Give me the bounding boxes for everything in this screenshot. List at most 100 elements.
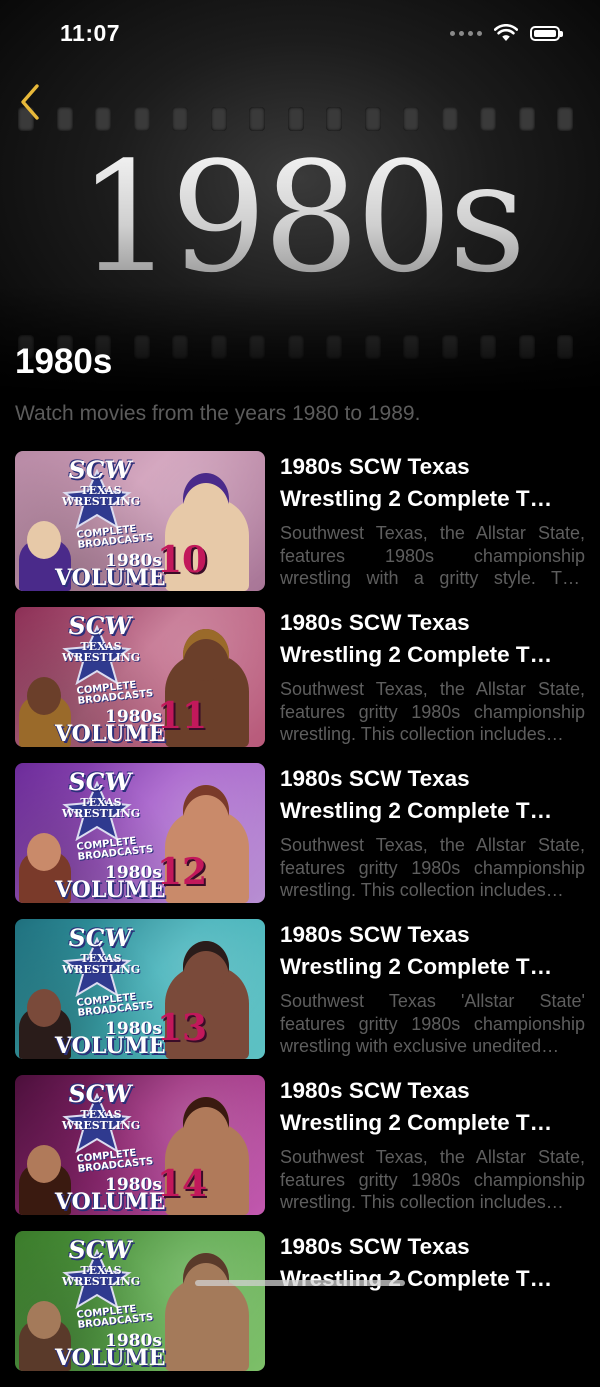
signal-icon [450,30,482,36]
movie-row[interactable]: SCW TEXAS WRESTLING COMPLETE BROADCASTS 19… [0,1231,600,1387]
movie-row[interactable]: SCW TEXAS WRESTLING COMPLETE BROADCASTS 19… [0,763,600,919]
home-indicator[interactable] [195,1280,405,1286]
wrestler-head [27,833,61,871]
thumbnail-volume-number: 10 [157,539,208,581]
thumbnail-volume-label: VOLUME [55,1033,166,1059]
movie-title-line1: 1980s SCW Texas [280,766,470,791]
thumbnail-brand: SCW [66,1079,134,1108]
film-perforation [210,335,227,359]
film-perforation [364,335,381,359]
thumbnail-subtitle: TEXAS WRESTLING [61,640,141,664]
wrestler-head [27,1301,61,1339]
film-perforation [172,107,188,131]
film-perforation [133,335,150,359]
status-time: 11:07 [60,20,121,46]
movie-description: Southwest Texas 'Allstar State' features… [280,991,585,1056]
thumbnail-subtitle: TEXAS WRESTLING [61,1264,141,1288]
film-perforation [364,107,381,131]
movie-description: Southwest Texas, the Allstar State, feat… [280,679,585,744]
film-perforation [557,335,573,359]
thumbnail-brand: SCW [66,923,134,952]
thumbnail-volume-label: VOLUME [55,877,166,903]
movie-title-line2: Wrestling 2 Complete T… [280,642,553,667]
wrestler-head [27,677,61,715]
thumbnail-volume-label: VOLUME [55,1345,166,1371]
film-perforation [480,335,496,359]
movie-title-line1: 1980s SCW Texas [280,1234,470,1259]
thumbnail-brand: SCW [66,455,134,484]
film-perforation [56,107,73,131]
movie-title: 1980s SCW Texas Wrestling 2 Complete T… [280,919,585,983]
movie-title: 1980s SCW Texas Wrestling 2 Complete T… [280,607,585,671]
movie-title-line2: Wrestling 2 Complete T… [280,954,553,979]
movie-title: 1980s SCW Texas Wrestling 2 Complete T… [280,451,585,515]
wrestler-head [183,1097,229,1149]
movie-title-line1: 1980s SCW Texas [280,922,470,947]
film-perforation [172,335,188,359]
wrestler-head [27,989,61,1027]
thumbnail-volume-number: 12 [157,851,208,893]
page-subtitle: Watch movies from the years 1980 to 1989… [15,402,421,425]
movie-title-line1: 1980s SCW Texas [280,1078,470,1103]
movie-title: 1980s SCW Texas Wrestling 2 Complete T… [280,1075,585,1139]
thumbnail-brand: SCW [66,611,134,640]
movie-title-line2: Wrestling 2 Complete T… [280,798,553,823]
movie-thumbnail: SCW TEXAS WRESTLING COMPLETE BROADCASTS 19… [15,451,265,591]
movie-thumbnail: SCW TEXAS WRESTLING COMPLETE BROADCASTS 19… [15,1075,265,1215]
film-perforation [287,107,304,131]
thumbnail-brand: SCW [66,767,134,796]
movie-description: Southwest Texas, the Allstar State, feat… [280,1147,585,1212]
thumbnail-brand: SCW [66,1235,134,1264]
movie-row[interactable]: SCW TEXAS WRESTLING COMPLETE BROADCASTS 19… [0,451,600,607]
film-perforation [403,335,419,359]
hero-title: 1980s [0,142,600,294]
movie-description: Southwest Texas, the Allstar State, feat… [280,835,585,900]
film-perforation [210,107,227,131]
movie-title-line2: Wrestling 2 Complete T… [280,1266,553,1291]
thumbnail-volume-label: VOLUME [55,565,166,591]
movie-title-line2: Wrestling 2 Complete T… [280,486,553,511]
film-perforation [326,335,342,359]
movie-thumbnail: SCW TEXAS WRESTLING COMPLETE BROADCASTS 19… [15,919,265,1059]
thumbnail-subtitle: TEXAS WRESTLING [61,1108,141,1132]
wifi-icon [494,24,518,41]
back-button[interactable] [12,80,48,124]
film-perforation [441,335,458,359]
movie-row[interactable]: SCW TEXAS WRESTLING COMPLETE BROADCASTS 19… [0,919,600,1075]
status-bar: 11:07 [0,0,600,68]
thumbnail-volume-number: 14 [157,1163,208,1205]
film-perforation [95,107,111,131]
thumbnail-subtitle: TEXAS WRESTLING [61,952,141,976]
page-title: 1980s [15,342,113,381]
film-perforation [518,107,535,131]
wrestler-head [183,785,229,837]
movie-title-line1: 1980s SCW Texas [280,454,470,479]
chevron-left-icon [21,84,39,120]
film-perforation [249,335,265,359]
battery-icon [530,25,563,41]
movie-title-line2: Wrestling 2 Complete T… [280,1110,553,1135]
movie-row[interactable]: SCW TEXAS WRESTLING COMPLETE BROADCASTS 19… [0,1075,600,1231]
movie-row[interactable]: SCW TEXAS WRESTLING COMPLETE BROADCASTS 19… [0,607,600,763]
thumbnail-subtitle: TEXAS WRESTLING [61,484,141,508]
movie-thumbnail: SCW TEXAS WRESTLING COMPLETE BROADCASTS 19… [15,1231,265,1371]
movie-title-line1: 1980s SCW Texas [280,610,470,635]
thumbnail-subtitle: TEXAS WRESTLING [61,796,141,820]
film-perforation [441,107,458,131]
movie-title: 1980s SCW Texas Wrestling 2 Complete T… [280,763,585,827]
film-perforation [133,107,150,131]
wrestler-head [183,629,229,681]
wrestler-head [183,941,229,993]
wrestler-head [183,1253,229,1305]
wrestler-head [27,1145,61,1183]
status-icons [450,24,563,42]
film-perforation [403,107,419,131]
film-strip-top [0,107,600,131]
film-perforation [518,335,535,359]
movie-description: Southwest Texas, the Allstar State, feat… [280,523,585,588]
movie-thumbnail: SCW TEXAS WRESTLING COMPLETE BROADCASTS 19… [15,607,265,747]
film-perforation [249,107,265,131]
film-perforation [557,107,573,131]
thumbnail-volume-number: 11 [157,695,208,737]
thumbnail-volume-label: VOLUME [55,1189,166,1215]
